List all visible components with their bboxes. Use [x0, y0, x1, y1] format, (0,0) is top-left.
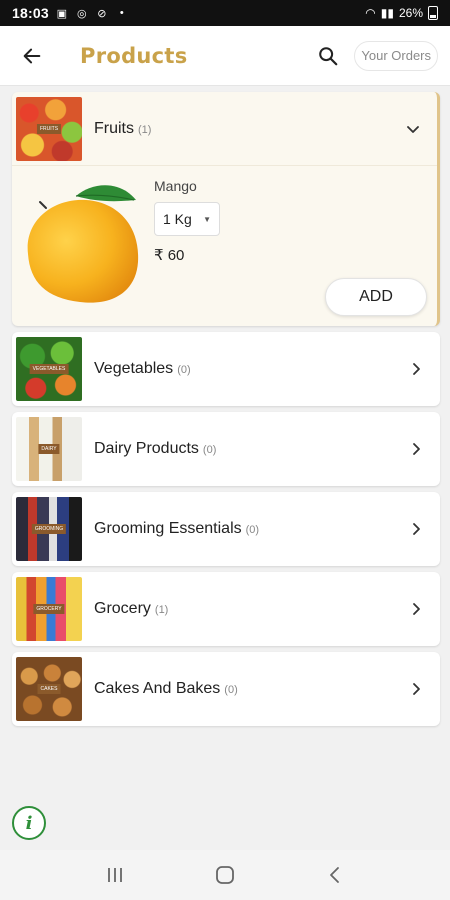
- mango-image: [16, 174, 146, 310]
- back-chevron-icon: [330, 867, 339, 883]
- info-button[interactable]: i: [12, 806, 46, 840]
- thumbnail-tag: FRUITS: [36, 123, 62, 134]
- whatsapp-icon: ◎: [77, 7, 87, 20]
- gallery-icon: ▣: [56, 7, 68, 20]
- wifi-icon: ◠: [365, 6, 376, 20]
- category-card-cakes-and-bakes: CAKES Cakes And Bakes (0): [12, 652, 440, 726]
- category-header-fruits[interactable]: FRUITS Fruits (1): [12, 92, 437, 166]
- category-count: (0): [177, 364, 191, 376]
- status-bar: 18:03 ▣ ◎ ⊘ • ◠ ▮▮ 26%: [0, 0, 450, 26]
- your-orders-button[interactable]: Your Orders: [354, 40, 438, 71]
- category-card-grocery: GROCERY Grocery (1): [12, 572, 440, 646]
- category-label: Cakes And Bakes (0): [94, 680, 238, 697]
- search-button[interactable]: [310, 38, 346, 74]
- product-price: ₹ 60: [154, 247, 185, 264]
- category-header-grocery[interactable]: GROCERY Grocery (1): [12, 572, 440, 646]
- category-count: (1): [154, 604, 169, 616]
- category-header-cakes-and-bakes[interactable]: CAKES Cakes And Bakes (0): [12, 652, 440, 726]
- app-bar: Products Your Orders: [0, 26, 450, 86]
- caret-down-icon: ▼: [203, 214, 211, 224]
- back-button[interactable]: [14, 38, 50, 74]
- thumbnail-tag: CAKES: [37, 684, 61, 694]
- category-count: (0): [202, 444, 217, 456]
- recent-apps-icon: [108, 868, 122, 882]
- status-time: 18:03: [12, 5, 49, 21]
- product-info: Mango 1 Kg ▼ ₹ 60: [154, 174, 220, 326]
- category-card-grooming-essentials: GROOMING Grooming Essentials (0): [12, 492, 440, 566]
- dot-icon: •: [119, 7, 124, 19]
- quantity-value: 1 Kg: [163, 211, 192, 227]
- battery-icon: [428, 6, 438, 20]
- info-icon: i: [25, 812, 33, 834]
- category-label: Grocery (1): [94, 600, 169, 617]
- vegetables-thumbnail: VEGETABLES: [16, 337, 82, 401]
- category-label: Vegetables (0): [94, 360, 191, 377]
- category-header-grooming-essentials[interactable]: GROOMING Grooming Essentials (0): [12, 492, 440, 566]
- chevron-right-icon[interactable]: [406, 439, 426, 459]
- fruits-thumbnail: FRUITS: [16, 96, 82, 161]
- cakes-thumbnail: CAKES: [16, 657, 82, 721]
- category-label: Fruits (1): [94, 119, 152, 137]
- chevron-right-icon[interactable]: [406, 599, 426, 619]
- home-icon: [216, 866, 234, 884]
- category-card-dairy-products: DAIRY Dairy Products (0): [12, 412, 440, 486]
- thumbnail-tag: GROOMING: [31, 524, 67, 534]
- search-icon: [319, 46, 338, 65]
- category-label: Grooming Essentials (0): [94, 520, 260, 537]
- category-card-fruits: FRUITS Fruits (1) Mango 1 Kg ▼ ₹ 60 ADD: [12, 92, 440, 326]
- product-item-mango: Mango 1 Kg ▼ ₹ 60 ADD: [12, 166, 437, 326]
- signal-icon: ▮▮: [380, 6, 394, 20]
- add-button[interactable]: ADD: [325, 278, 427, 316]
- chevron-right-icon[interactable]: [406, 359, 426, 379]
- category-header-vegetables[interactable]: VEGETABLES Vegetables (0): [12, 332, 440, 406]
- call-blocked-icon: ⊘: [97, 7, 107, 20]
- category-list: FRUITS Fruits (1) Mango 1 Kg ▼ ₹ 60 ADD …: [12, 92, 440, 732]
- battery-percent: 26%: [398, 6, 423, 20]
- chevron-down-icon[interactable]: [403, 119, 423, 139]
- quantity-select[interactable]: 1 Kg ▼: [154, 202, 220, 236]
- category-count: (0): [224, 684, 238, 696]
- thumbnail-tag: DAIRY: [38, 444, 60, 454]
- chevron-right-icon[interactable]: [406, 519, 426, 539]
- product-name: Mango: [154, 178, 197, 194]
- thumbnail-tag: VEGETABLES: [29, 364, 69, 374]
- category-count: (0): [245, 524, 260, 536]
- category-card-vegetables: VEGETABLES Vegetables (0): [12, 332, 440, 406]
- home-button[interactable]: [205, 855, 245, 895]
- system-nav-bar: [0, 850, 450, 900]
- dairy-thumbnail: DAIRY: [16, 417, 82, 481]
- arrow-left-icon: [23, 48, 41, 63]
- category-header-dairy-products[interactable]: DAIRY Dairy Products (0): [12, 412, 440, 486]
- grocery-thumbnail: GROCERY: [16, 577, 82, 641]
- chevron-right-icon[interactable]: [406, 679, 426, 699]
- system-back-button[interactable]: [315, 855, 355, 895]
- category-count: (1): [138, 123, 152, 136]
- category-label: Dairy Products (0): [94, 440, 217, 457]
- grooming-thumbnail: GROOMING: [16, 497, 82, 561]
- page-title: Products: [80, 43, 188, 68]
- thumbnail-tag: GROCERY: [33, 604, 65, 614]
- recent-apps-button[interactable]: [95, 855, 135, 895]
